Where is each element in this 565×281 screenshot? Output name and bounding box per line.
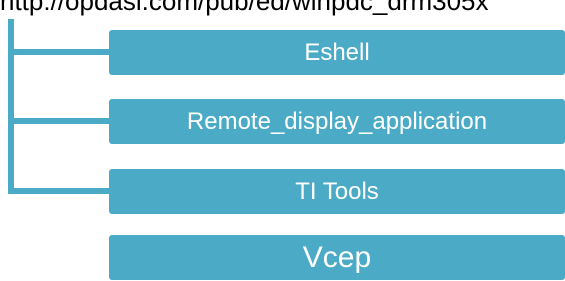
diagram-canvas: http://opdasl.com/pub/ed/winpdc_drm305x … (0, 0, 565, 281)
tree-node-vcep[interactable]: Vcep (109, 235, 565, 280)
tree-node-remote-display-application[interactable]: Remote_display_application (109, 99, 565, 144)
connector-trunk (8, 19, 110, 194)
tree-node-eshell[interactable]: Eshell (109, 30, 565, 75)
tree-node-ti-tools[interactable]: TI Tools (109, 169, 565, 214)
